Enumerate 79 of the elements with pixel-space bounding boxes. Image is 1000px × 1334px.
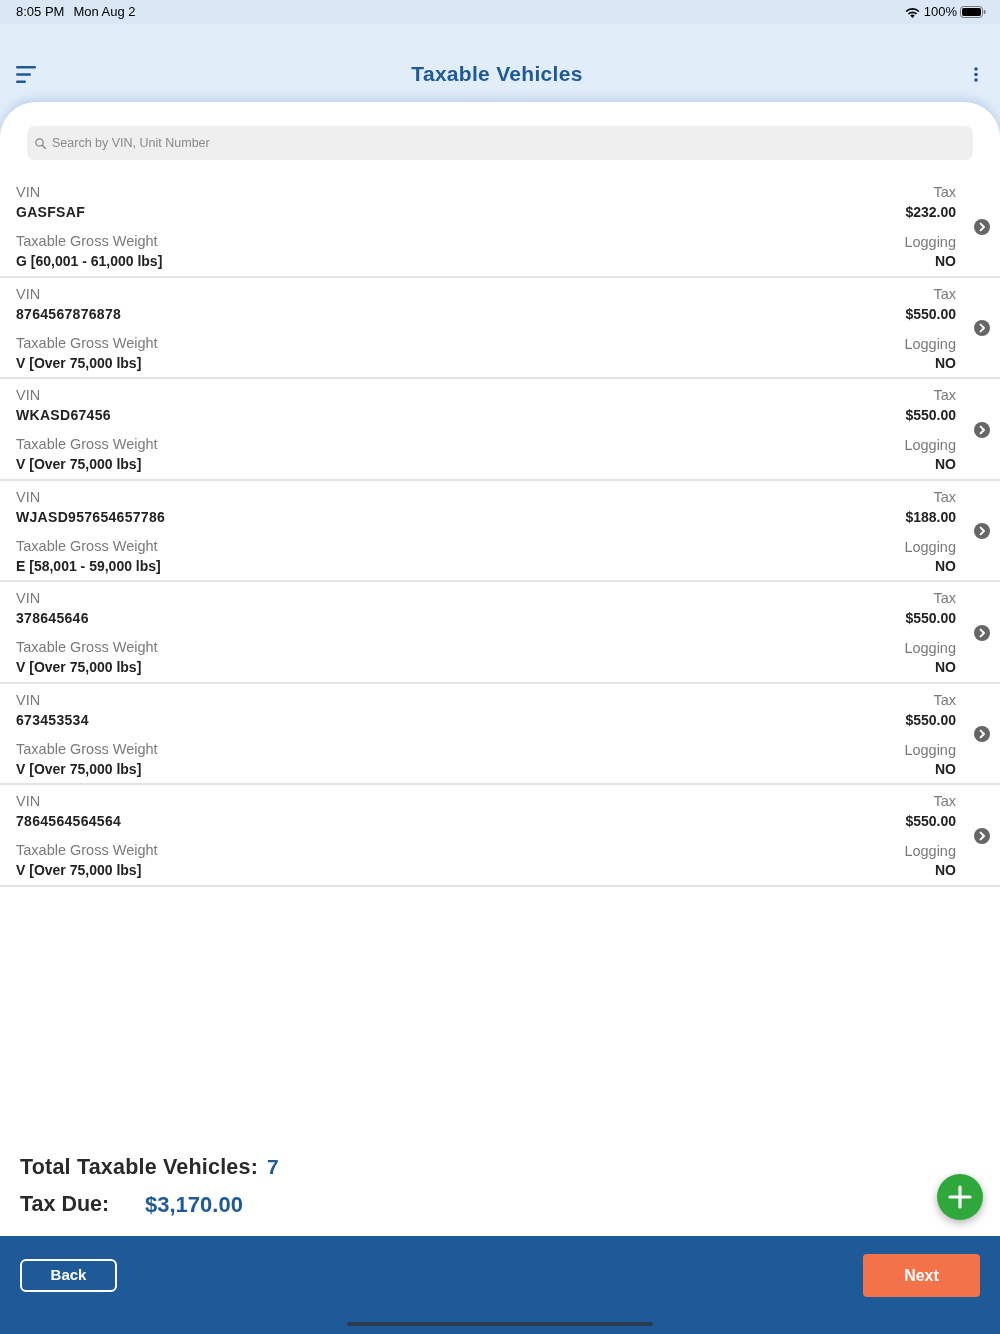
tax-label: Tax	[933, 792, 956, 811]
logging-label: Logging	[904, 233, 956, 252]
weight-value: V [Over 75,000 lbs]	[16, 353, 143, 373]
tax-amount: $550.00	[905, 710, 956, 730]
battery-percent: 100%	[923, 3, 957, 22]
logging-value: NO	[935, 658, 956, 677]
vin-value: WJASD957654657786	[16, 507, 167, 527]
tax-label: Tax	[933, 589, 956, 608]
weight-label: Taxable Gross Weight	[16, 435, 159, 454]
logging-value: NO	[935, 252, 956, 271]
weight-label: Taxable Gross Weight	[16, 638, 159, 657]
tax-amount: $550.00	[905, 304, 956, 324]
weight-label: Taxable Gross Weight	[16, 333, 159, 353]
vin-label: VIN	[16, 487, 42, 507]
weight-label: Taxable Gross Weight	[16, 841, 159, 860]
logging-label: Logging	[904, 334, 956, 354]
logging-label: Logging	[904, 639, 956, 658]
total-vehicles-label: Total Taxable Vehicles:	[20, 1153, 258, 1181]
tax-label: Tax	[933, 487, 956, 507]
logging-value: NO	[935, 861, 956, 880]
vin-value: 673453534	[16, 710, 90, 730]
logging-value: NO	[935, 759, 956, 779]
tax-amount: $232.00	[905, 203, 956, 222]
vin-label: VIN	[16, 792, 42, 811]
weight-value: G [60,001 - 61,000 lbs]	[16, 252, 164, 271]
logging-label: Logging	[904, 537, 956, 557]
vin-label: VIN	[16, 386, 42, 405]
wifi-icon	[904, 6, 920, 18]
vin-label: VIN	[16, 589, 42, 608]
logging-value: NO	[935, 556, 956, 576]
menu-icon[interactable]	[16, 65, 36, 83]
tax-amount: $550.00	[905, 406, 956, 425]
vin-value: WKASD67456	[16, 406, 112, 425]
tax-label: Tax	[933, 284, 956, 304]
weight-value: V [Over 75,000 lbs]	[16, 861, 143, 880]
page-title: Taxable Vehicles	[411, 61, 583, 87]
logging-value: NO	[935, 353, 956, 373]
vin-value: 7864564564564	[16, 812, 123, 831]
back-button[interactable]: Back	[20, 1259, 117, 1292]
weight-value: V [Over 75,000 lbs]	[16, 658, 143, 677]
logging-value: NO	[935, 455, 956, 474]
chevron-right-icon[interactable]	[974, 218, 990, 235]
more-options-icon[interactable]	[974, 66, 978, 82]
weight-label: Taxable Gross Weight	[16, 232, 159, 251]
weight-value: V [Over 75,000 lbs]	[16, 455, 143, 474]
weight-value: E [58,001 - 59,000 lbs]	[16, 556, 162, 576]
tax-due-value: $3,170.00	[145, 1190, 243, 1219]
tax-label: Tax	[933, 386, 956, 405]
chevron-right-icon[interactable]	[974, 726, 990, 742]
tax-label: Tax	[933, 183, 956, 202]
vin-value: GASFSAF	[16, 203, 86, 222]
vin-label: VIN	[16, 690, 42, 710]
tax-amount: $550.00	[905, 812, 956, 831]
chevron-right-icon[interactable]	[974, 624, 990, 641]
tax-due-label: Tax Due:	[20, 1190, 111, 1218]
vin-value: 378645646	[16, 609, 90, 628]
chevron-right-icon[interactable]	[974, 320, 990, 336]
add-icon[interactable]	[937, 1174, 983, 1220]
vin-label: VIN	[16, 284, 42, 304]
tax-amount: $550.00	[905, 609, 956, 628]
weight-label: Taxable Gross Weight	[16, 536, 159, 556]
vin-value: 8764567876878	[16, 304, 123, 324]
chevron-right-icon[interactable]	[974, 421, 990, 438]
logging-label: Logging	[904, 842, 956, 861]
total-vehicles-value: 7	[267, 1154, 279, 1181]
chevron-right-icon[interactable]	[974, 523, 990, 539]
chevron-right-icon[interactable]	[974, 827, 990, 844]
weight-value: V [Over 75,000 lbs]	[16, 759, 143, 779]
logging-label: Logging	[904, 740, 956, 760]
status-date: Mon Aug 2	[73, 3, 136, 22]
search-field[interactable]: Search by VIN, Unit Number	[27, 126, 973, 160]
weight-label: Taxable Gross Weight	[16, 739, 159, 759]
logging-label: Logging	[904, 436, 956, 455]
tax-amount: $188.00	[905, 507, 956, 527]
battery-icon	[960, 6, 986, 18]
vin-label: VIN	[16, 183, 42, 202]
tax-label: Tax	[933, 690, 956, 710]
status-time: 8:05 PM	[16, 3, 65, 22]
search-icon	[35, 138, 46, 149]
